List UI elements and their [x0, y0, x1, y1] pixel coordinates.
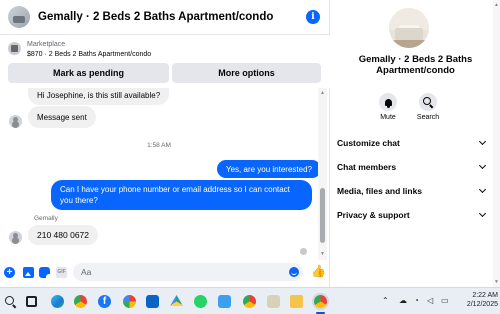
- marketplace-icon: [8, 42, 21, 55]
- chevron-up-icon[interactable]: ⌃: [382, 296, 389, 305]
- row-label: Customize chat: [337, 138, 400, 148]
- chrome-icon[interactable]: [314, 295, 327, 308]
- plus-icon[interactable]: +: [4, 267, 15, 278]
- message-incoming[interactable]: Message sent: [28, 106, 96, 128]
- chevron-down-icon: [478, 161, 487, 170]
- chat-header: Gemally · 2 Beds 2 Baths Apartment/condo…: [0, 0, 330, 35]
- notepad-icon[interactable]: [218, 295, 231, 308]
- facebook-icon[interactable]: f: [98, 295, 111, 308]
- message-timestamp: 1:58 AM: [147, 142, 171, 149]
- marketplace-label: Marketplace: [27, 41, 66, 48]
- cloud-icon[interactable]: ☁: [399, 296, 407, 305]
- scroll-down-icon[interactable]: ▼: [319, 251, 326, 258]
- search-icon[interactable]: [4, 295, 17, 308]
- chat-members-row[interactable]: Chat members: [337, 160, 487, 174]
- volume-icon[interactable]: ◁: [427, 296, 433, 305]
- search-label: Search: [416, 114, 440, 121]
- info-icon[interactable]: i: [306, 10, 320, 24]
- marketplace-listing: Marketplace $870 · 2 Beds 2 Baths Apartm…: [0, 36, 330, 88]
- listing-description[interactable]: $870 · 2 Beds 2 Baths Apartment/condo: [27, 51, 151, 58]
- system-clock[interactable]: 2:22 AM 2/12/2025: [458, 291, 498, 309]
- chrome-icon[interactable]: [74, 295, 87, 308]
- gif-icon[interactable]: GIF: [56, 267, 67, 278]
- message-composer: + GIF 👍: [0, 260, 330, 285]
- media-files-links-row[interactable]: Media, files and links: [337, 184, 487, 198]
- row-label: Media, files and links: [337, 186, 423, 196]
- clock-date: 2/12/2025: [466, 301, 498, 308]
- search-button[interactable]: [419, 93, 437, 111]
- message-incoming[interactable]: 210 480 0672: [28, 225, 98, 245]
- emoji-icon[interactable]: [289, 267, 299, 277]
- chat-details-pane: Gemally · 2 Beds 2 Baths Apartment/condo…: [331, 0, 500, 287]
- clock-time: 2:22 AM: [472, 292, 498, 299]
- message-input[interactable]: [73, 263, 303, 281]
- listing-photo[interactable]: [389, 8, 429, 48]
- search-icon: [423, 97, 431, 105]
- task-view-icon[interactable]: [26, 296, 37, 307]
- avatar[interactable]: [8, 6, 30, 28]
- bell-icon: [384, 98, 392, 108]
- tool-icon[interactable]: [267, 295, 280, 308]
- scroll-up-icon[interactable]: ▲: [493, 2, 500, 8]
- chat-pane: Gemally · 2 Beds 2 Baths Apartment/condo…: [0, 0, 330, 287]
- sticker-icon[interactable]: [39, 267, 50, 278]
- photo-icon[interactable]: [23, 267, 34, 278]
- row-label: Privacy & support: [337, 210, 410, 220]
- scroll-down-icon[interactable]: ▼: [493, 279, 500, 285]
- customize-chat-row[interactable]: Customize chat: [337, 136, 487, 150]
- taskbar: f ⌃ ☁ ◔ ◁ ▭ 2:22 AM 2/12/2025: [0, 287, 500, 314]
- drive-icon[interactable]: [170, 295, 183, 307]
- file-explorer-icon[interactable]: [290, 295, 303, 308]
- mute-label: Mute: [380, 114, 396, 121]
- avatar: [9, 115, 22, 128]
- mute-button[interactable]: [379, 93, 397, 111]
- avatar: [9, 231, 22, 244]
- more-options-button[interactable]: More options: [172, 63, 321, 83]
- edge-icon[interactable]: [51, 295, 64, 308]
- scroll-up-icon[interactable]: ▲: [319, 90, 326, 97]
- like-icon[interactable]: 👍: [311, 265, 326, 278]
- message-outgoing[interactable]: Yes, are you interested?: [217, 160, 321, 178]
- battery-icon[interactable]: ▭: [441, 296, 449, 305]
- message-incoming[interactable]: Hi Josephine, is this still available?: [28, 88, 170, 105]
- details-title[interactable]: Gemally · 2 Beds 2 Baths Apartment/condo: [331, 54, 500, 76]
- photos-icon[interactable]: [123, 295, 136, 308]
- privacy-support-row[interactable]: Privacy & support: [337, 208, 487, 222]
- sender-name: Gemally: [34, 215, 58, 222]
- chevron-down-icon: [478, 185, 487, 194]
- scrollbar-thumb[interactable]: [320, 188, 325, 243]
- whatsapp-icon[interactable]: [194, 295, 207, 308]
- message-list: Hi Josephine, is this still available? M…: [0, 88, 330, 260]
- seen-indicator-icon: [300, 248, 307, 255]
- wifi-icon[interactable]: ◔: [414, 296, 419, 305]
- details-scrollbar[interactable]: ▲ ▼: [493, 0, 500, 287]
- chevron-down-icon: [478, 209, 487, 218]
- chrome-icon[interactable]: [243, 295, 256, 308]
- outlook-icon[interactable]: [146, 295, 159, 308]
- chat-title[interactable]: Gemally · 2 Beds 2 Baths Apartment/condo: [38, 11, 273, 23]
- chevron-down-icon: [478, 137, 487, 146]
- mark-as-pending-button[interactable]: Mark as pending: [8, 63, 169, 83]
- message-outgoing[interactable]: Can I have your phone number or email ad…: [51, 180, 312, 210]
- chat-scrollbar[interactable]: ▲ ▼: [318, 88, 327, 260]
- row-label: Chat members: [337, 162, 397, 172]
